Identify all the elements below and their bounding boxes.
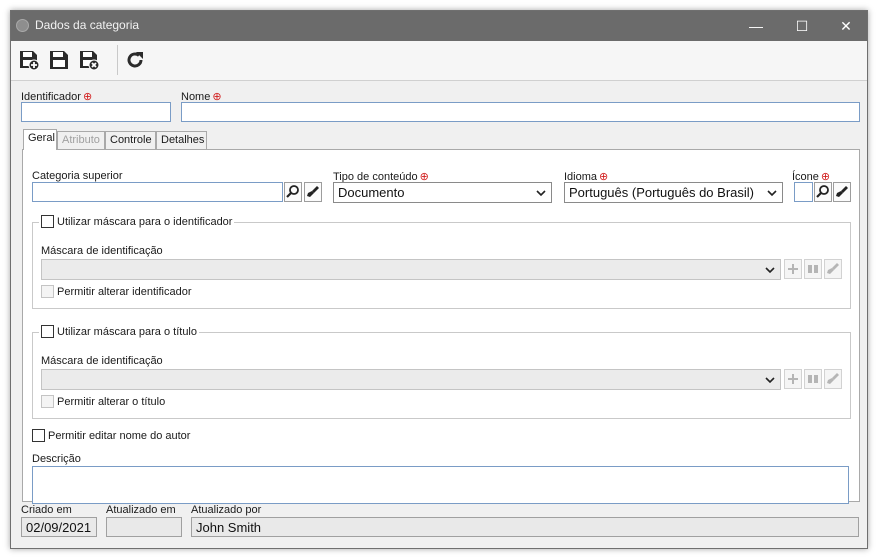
mascara-identificacao-select xyxy=(41,259,781,280)
mask-identificador-group: Utilizar máscara para o identificador Má… xyxy=(32,215,851,309)
mask-identificador-legend[interactable]: Utilizar máscara para o identificador xyxy=(39,215,235,228)
tab-atributo: Atributo xyxy=(57,131,105,149)
toolbar xyxy=(11,41,867,81)
permitir-alterar-titulo-label: Permitir alterar o título xyxy=(57,395,166,408)
identificador-input[interactable] xyxy=(21,102,171,122)
atualizado-por-label: Atualizado por xyxy=(191,504,262,516)
categoria-superior-label: Categoria superior xyxy=(32,170,123,182)
mask-titulo-checkbox[interactable] xyxy=(41,325,54,338)
idioma-select[interactable]: Português (Português do Brasil) xyxy=(564,182,783,203)
editar-autor-checkbox[interactable] xyxy=(32,429,45,442)
permitir-alterar-titulo-checkbox xyxy=(41,395,54,408)
chevron-down-icon xyxy=(764,374,776,386)
save-icon[interactable] xyxy=(47,48,71,72)
permitir-alterar-identificador-checkbox xyxy=(41,285,54,298)
chevron-down-icon xyxy=(535,187,547,199)
tipo-conteudo-select[interactable]: Documento xyxy=(333,182,552,203)
clear-eraser-icon xyxy=(824,369,842,389)
idioma-value: Português (Português do Brasil) xyxy=(569,185,754,200)
refresh-icon[interactable] xyxy=(123,48,147,72)
mascara-identificacao-label: Máscara de identificação xyxy=(41,245,163,257)
chevron-down-icon xyxy=(764,264,776,276)
permitir-alterar-identificador-label: Permitir alterar identificador xyxy=(57,285,192,298)
search-icon[interactable] xyxy=(814,182,832,202)
descricao-label: Descrição xyxy=(32,453,81,465)
editar-autor-label: Permitir editar nome do autor xyxy=(48,429,191,442)
nome-input[interactable] xyxy=(181,102,860,122)
clear-eraser-icon[interactable] xyxy=(304,182,322,202)
atualizado-em-label: Atualizado em xyxy=(106,504,176,516)
criado-em-field: 02/09/2021 xyxy=(21,517,97,537)
save-new-icon[interactable] xyxy=(17,48,41,72)
tab-geral[interactable]: Geral xyxy=(23,129,57,150)
mask-identificador-checkbox[interactable] xyxy=(41,215,54,228)
search-icon[interactable] xyxy=(284,182,302,202)
mask-titulo-legend[interactable]: Utilizar máscara para o título xyxy=(39,325,199,338)
categoria-superior-input[interactable] xyxy=(32,182,283,202)
mask-identificador-legend-text: Utilizar máscara para o identificador xyxy=(57,215,233,228)
category-dialog: Dados da categoria — ☐ ✕ Identificador ⊕… xyxy=(10,10,868,549)
icone-preview[interactable] xyxy=(794,182,813,202)
atualizado-em-field xyxy=(106,517,182,537)
window-title: Dados da categoria xyxy=(35,18,140,32)
tab-controle[interactable]: Controle xyxy=(105,131,156,149)
add-icon xyxy=(784,259,802,279)
save-close-icon[interactable] xyxy=(77,48,101,72)
descricao-textarea[interactable] xyxy=(32,466,849,504)
binoculars-icon xyxy=(804,259,822,279)
editar-autor-row[interactable]: Permitir editar nome do autor xyxy=(32,429,190,442)
title-bar[interactable]: Dados da categoria — ☐ ✕ xyxy=(11,11,867,41)
mask-titulo-legend-text: Utilizar máscara para o título xyxy=(57,325,197,338)
toolbar-separator xyxy=(117,45,118,75)
clear-eraser-icon[interactable] xyxy=(833,182,851,202)
app-globe-icon xyxy=(16,19,29,32)
mask-titulo-group: Utilizar máscara para o título Máscara d… xyxy=(32,325,851,419)
tipo-conteudo-value: Documento xyxy=(338,185,405,200)
binoculars-icon xyxy=(804,369,822,389)
mascara-titulo-select xyxy=(41,369,781,390)
close-button[interactable]: ✕ xyxy=(823,11,869,41)
criado-em-label: Criado em xyxy=(21,504,72,516)
atualizado-por-field: John Smith xyxy=(191,517,859,537)
tab-panel-geral: Categoria superior Tipo de conteúdo ⊕ Doc… xyxy=(22,149,860,504)
chevron-down-icon xyxy=(766,187,778,199)
add-icon xyxy=(784,369,802,389)
minimize-button[interactable]: — xyxy=(733,11,779,41)
tab-detalhes[interactable]: Detalhes xyxy=(156,131,207,149)
permitir-alterar-titulo-row: Permitir alterar o título xyxy=(41,395,165,408)
maximize-button[interactable]: ☐ xyxy=(779,11,825,41)
clear-eraser-icon xyxy=(824,259,842,279)
mascara-identificacao-label: Máscara de identificação xyxy=(41,355,163,367)
permitir-alterar-identificador-row: Permitir alterar identificador xyxy=(41,285,192,298)
